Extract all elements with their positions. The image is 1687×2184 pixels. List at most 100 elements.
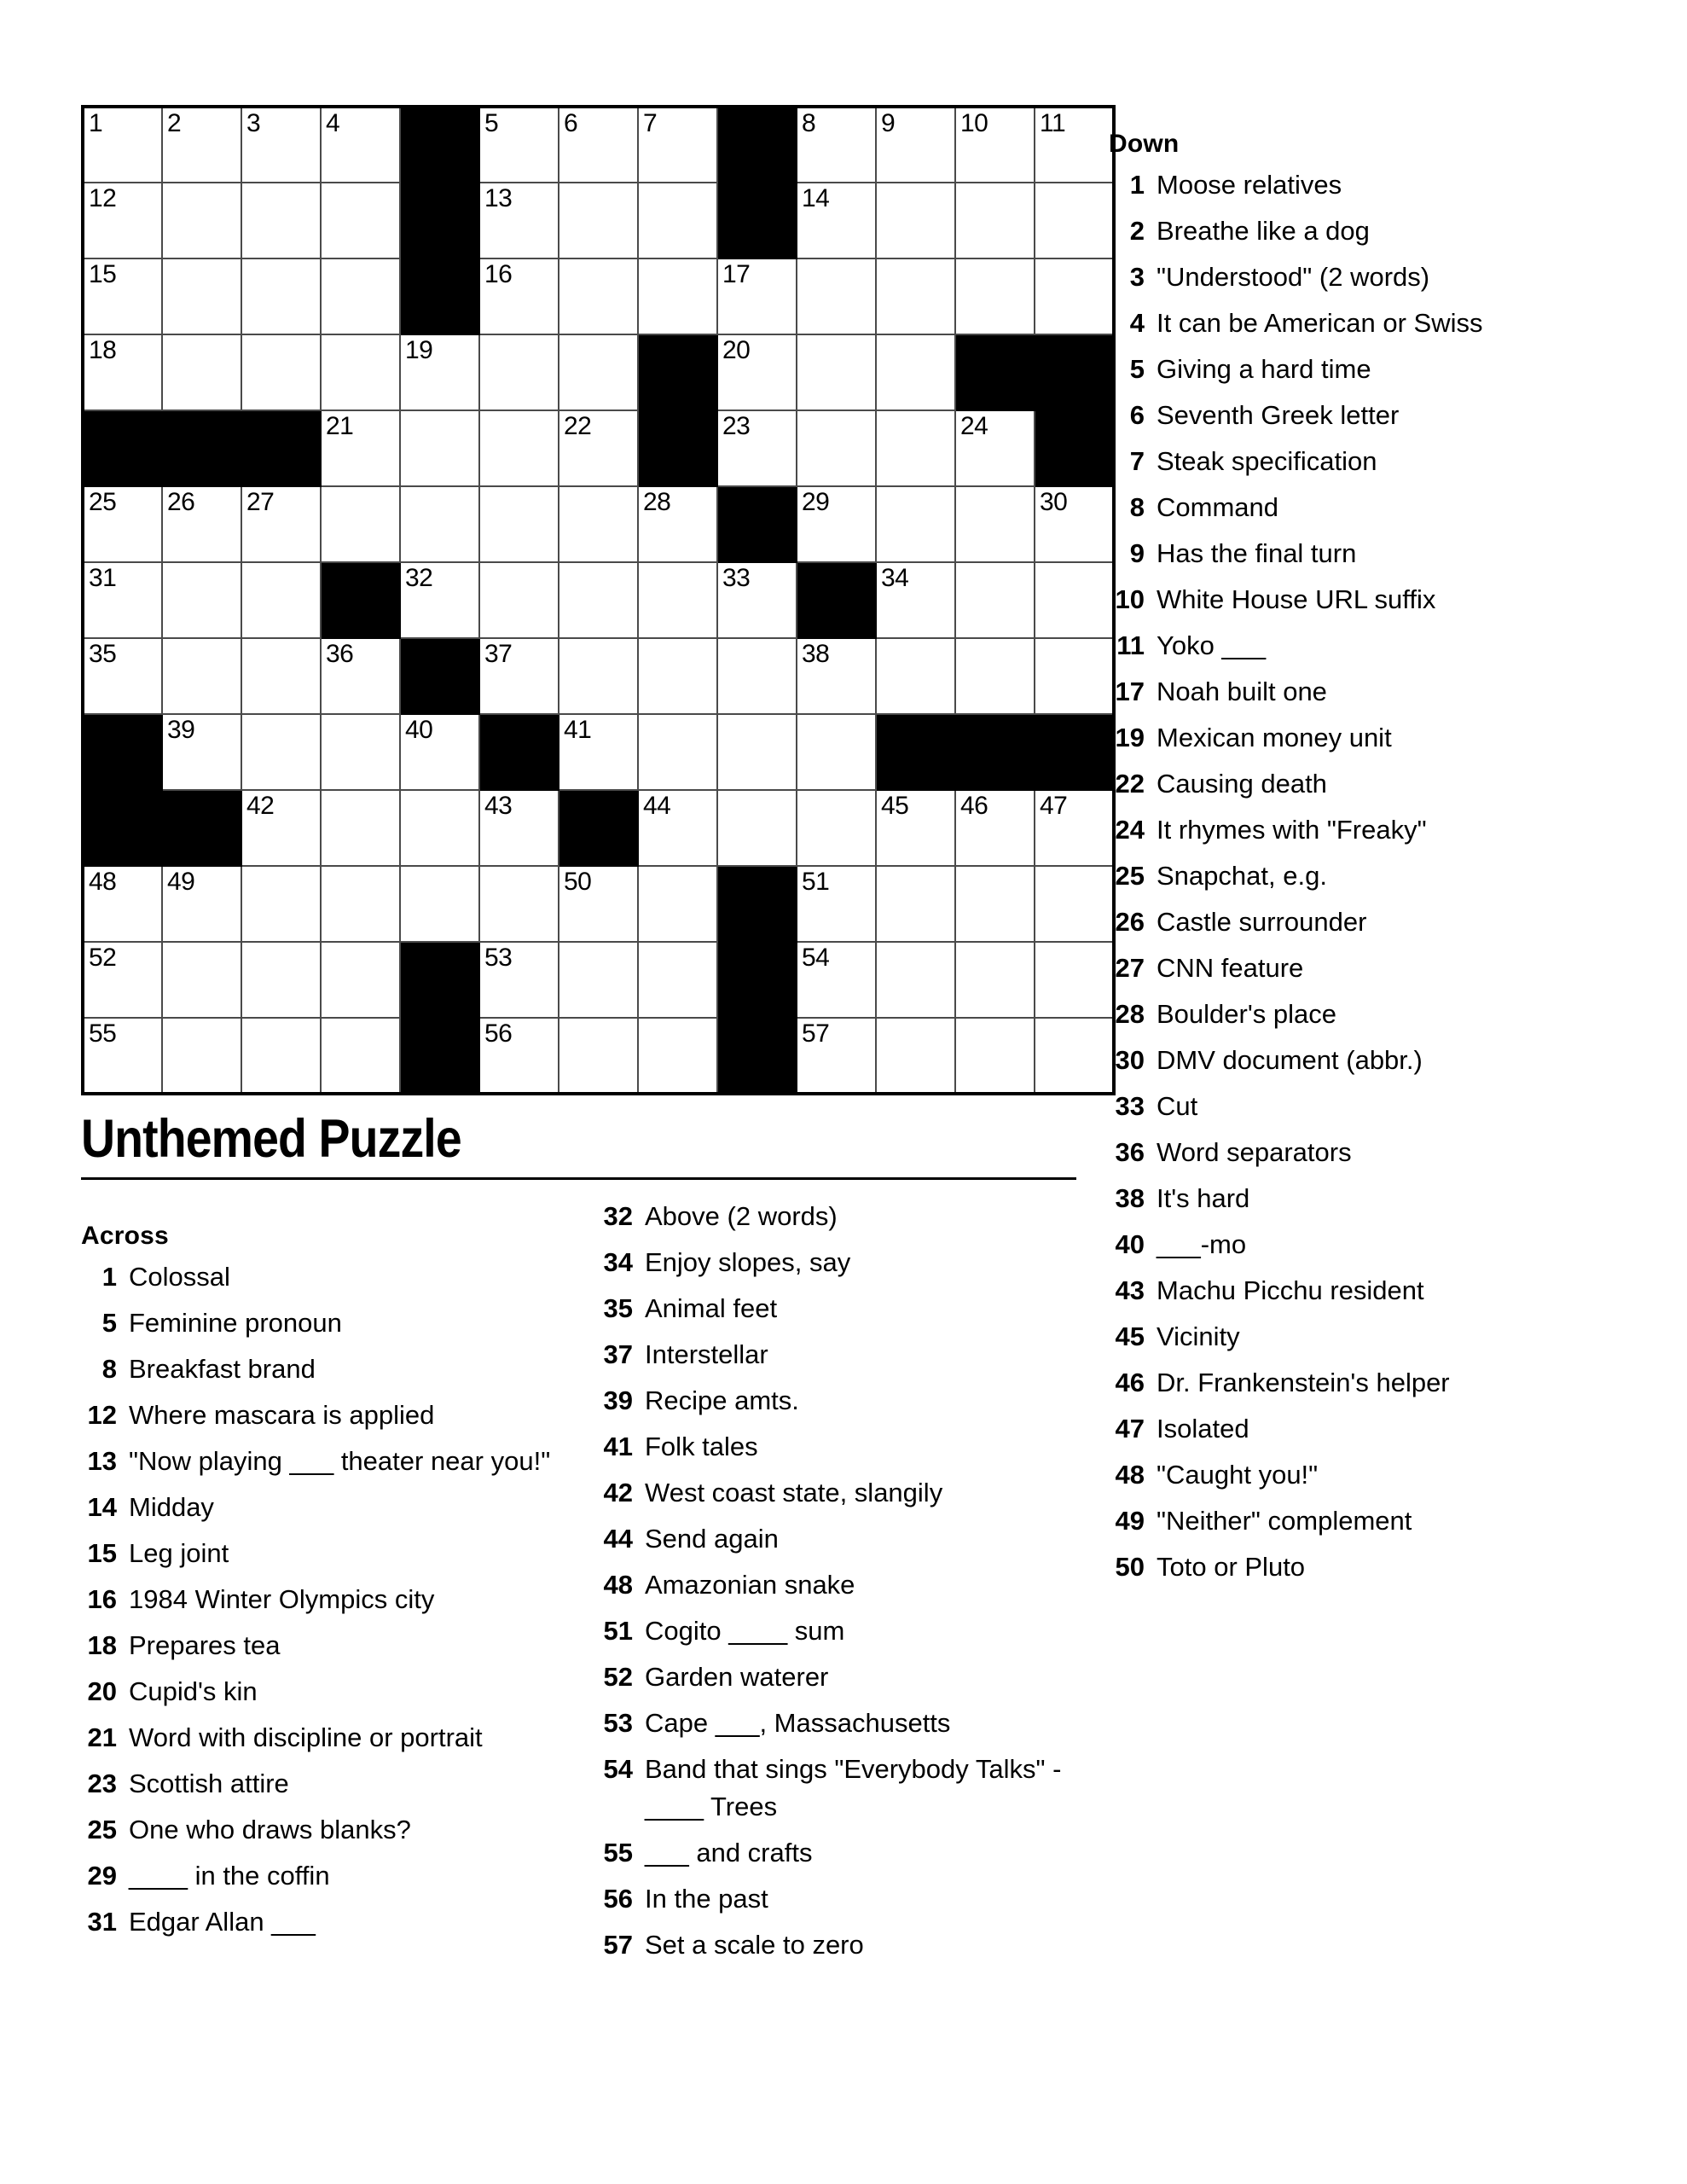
grid-cell[interactable] bbox=[875, 182, 956, 259]
grid-cell[interactable] bbox=[399, 410, 480, 487]
grid-cell[interactable] bbox=[637, 561, 718, 639]
grid-cell[interactable]: 6 bbox=[558, 106, 639, 183]
grid-cell[interactable] bbox=[241, 941, 322, 1019]
grid-cell[interactable]: 25 bbox=[82, 485, 163, 563]
down-clue-item[interactable]: 2 Breathe like a dog bbox=[1109, 212, 1638, 250]
grid-cell[interactable]: 30 bbox=[1034, 485, 1115, 563]
across-clue-item[interactable]: 52 Garden waterer bbox=[597, 1658, 1109, 1696]
down-clue-item[interactable]: 40 ___-mo bbox=[1109, 1226, 1638, 1263]
grid-cell[interactable]: 33 bbox=[716, 561, 797, 639]
grid-cell[interactable]: 4 bbox=[320, 106, 401, 183]
grid-cell[interactable] bbox=[161, 182, 242, 259]
grid-cell[interactable] bbox=[241, 561, 322, 639]
grid-cell[interactable] bbox=[796, 334, 877, 411]
grid-cell[interactable] bbox=[161, 258, 242, 335]
across-clue-item[interactable]: 23 Scottish attire bbox=[81, 1765, 593, 1803]
across-clue-item[interactable]: 54 Band that sings "Everybody Talks" - __… bbox=[597, 1751, 1109, 1826]
down-clue-item[interactable]: 9 Has the final turn bbox=[1109, 535, 1638, 572]
grid-cell[interactable] bbox=[399, 789, 480, 867]
grid-cell[interactable]: 44 bbox=[637, 789, 718, 867]
grid-cell[interactable] bbox=[716, 637, 797, 715]
grid-cell[interactable] bbox=[954, 865, 1035, 943]
grid-cell[interactable] bbox=[875, 258, 956, 335]
across-clue-item[interactable]: 29 ____ in the coffin bbox=[81, 1857, 593, 1895]
down-clue-item[interactable]: 24 It rhymes with "Freaky" bbox=[1109, 811, 1638, 849]
grid-cell[interactable] bbox=[558, 258, 639, 335]
grid-cell[interactable]: 54 bbox=[796, 941, 877, 1019]
grid-cell[interactable] bbox=[637, 865, 718, 943]
grid-cell[interactable] bbox=[875, 410, 956, 487]
grid-cell[interactable] bbox=[558, 334, 639, 411]
down-clue-item[interactable]: 11 Yoko ___ bbox=[1109, 627, 1638, 665]
grid-cell[interactable] bbox=[241, 334, 322, 411]
grid-cell[interactable]: 10 bbox=[954, 106, 1035, 183]
grid-cell[interactable]: 47 bbox=[1034, 789, 1115, 867]
across-clue-item[interactable]: 15 Leg joint bbox=[81, 1535, 593, 1572]
grid-cell[interactable]: 41 bbox=[558, 713, 639, 791]
down-clue-item[interactable]: 8 Command bbox=[1109, 489, 1638, 526]
grid-cell[interactable]: 16 bbox=[478, 258, 559, 335]
grid-cell[interactable] bbox=[637, 941, 718, 1019]
across-clue-item[interactable]: 31 Edgar Allan ___ bbox=[81, 1903, 593, 1941]
grid-cell[interactable]: 36 bbox=[320, 637, 401, 715]
grid-cell[interactable]: 48 bbox=[82, 865, 163, 943]
grid-cell[interactable]: 24 bbox=[954, 410, 1035, 487]
down-clue-item[interactable]: 33 Cut bbox=[1109, 1088, 1638, 1125]
grid-cell[interactable]: 20 bbox=[716, 334, 797, 411]
grid-cell[interactable] bbox=[954, 258, 1035, 335]
grid-cell[interactable]: 2 bbox=[161, 106, 242, 183]
grid-cell[interactable] bbox=[875, 334, 956, 411]
grid-cell[interactable] bbox=[241, 1017, 322, 1095]
grid-cell[interactable]: 21 bbox=[320, 410, 401, 487]
grid-cell[interactable] bbox=[161, 941, 242, 1019]
across-clue-item[interactable]: 18 Prepares tea bbox=[81, 1627, 593, 1664]
grid-cell[interactable] bbox=[716, 713, 797, 791]
grid-cell[interactable] bbox=[954, 182, 1035, 259]
grid-cell[interactable]: 55 bbox=[82, 1017, 163, 1095]
grid-cell[interactable]: 9 bbox=[875, 106, 956, 183]
grid-cell[interactable] bbox=[637, 182, 718, 259]
across-clue-item[interactable]: 25 One who draws blanks? bbox=[81, 1811, 593, 1849]
grid-cell[interactable] bbox=[875, 637, 956, 715]
grid-cell[interactable] bbox=[558, 182, 639, 259]
across-clue-item[interactable]: 51 Cogito ____ sum bbox=[597, 1612, 1109, 1650]
grid-cell[interactable] bbox=[954, 637, 1035, 715]
grid-cell[interactable]: 49 bbox=[161, 865, 242, 943]
grid-cell[interactable]: 14 bbox=[796, 182, 877, 259]
down-clue-item[interactable]: 28 Boulder's place bbox=[1109, 996, 1638, 1033]
grid-cell[interactable] bbox=[558, 561, 639, 639]
grid-cell[interactable]: 7 bbox=[637, 106, 718, 183]
down-clue-item[interactable]: 10 White House URL suffix bbox=[1109, 581, 1638, 619]
grid-cell[interactable]: 22 bbox=[558, 410, 639, 487]
across-clue-item[interactable]: 42 West coast state, slangily bbox=[597, 1474, 1109, 1512]
across-clue-item[interactable]: 13 "Now playing ___ theater near you!" bbox=[81, 1443, 593, 1480]
grid-cell[interactable] bbox=[399, 865, 480, 943]
grid-cell[interactable] bbox=[320, 258, 401, 335]
down-clue-item[interactable]: 25 Snapchat, e.g. bbox=[1109, 857, 1638, 895]
grid-cell[interactable] bbox=[161, 334, 242, 411]
grid-cell[interactable]: 38 bbox=[796, 637, 877, 715]
across-clue-item[interactable]: 44 Send again bbox=[597, 1520, 1109, 1558]
grid-cell[interactable]: 5 bbox=[478, 106, 559, 183]
grid-cell[interactable] bbox=[637, 637, 718, 715]
grid-cell[interactable] bbox=[478, 865, 559, 943]
grid-cell[interactable] bbox=[796, 410, 877, 487]
grid-cell[interactable]: 56 bbox=[478, 1017, 559, 1095]
grid-cell[interactable] bbox=[1034, 941, 1115, 1019]
grid-cell[interactable]: 57 bbox=[796, 1017, 877, 1095]
down-clue-item[interactable]: 5 Giving a hard time bbox=[1109, 351, 1638, 388]
grid-cell[interactable]: 8 bbox=[796, 106, 877, 183]
down-clue-item[interactable]: 26 Castle surrounder bbox=[1109, 903, 1638, 941]
grid-cell[interactable] bbox=[241, 258, 322, 335]
across-clue-item[interactable]: 53 Cape ___, Massachusetts bbox=[597, 1705, 1109, 1742]
grid-cell[interactable]: 12 bbox=[82, 182, 163, 259]
across-clue-item[interactable]: 56 In the past bbox=[597, 1880, 1109, 1918]
grid-cell[interactable]: 34 bbox=[875, 561, 956, 639]
down-clue-item[interactable]: 7 Steak specification bbox=[1109, 443, 1638, 480]
grid-cell[interactable] bbox=[1034, 1017, 1115, 1095]
grid-cell[interactable]: 27 bbox=[241, 485, 322, 563]
down-clue-item[interactable]: 19 Mexican money unit bbox=[1109, 719, 1638, 757]
grid-cell[interactable]: 19 bbox=[399, 334, 480, 411]
down-clue-item[interactable]: 1 Moose relatives bbox=[1109, 166, 1638, 204]
grid-cell[interactable]: 31 bbox=[82, 561, 163, 639]
